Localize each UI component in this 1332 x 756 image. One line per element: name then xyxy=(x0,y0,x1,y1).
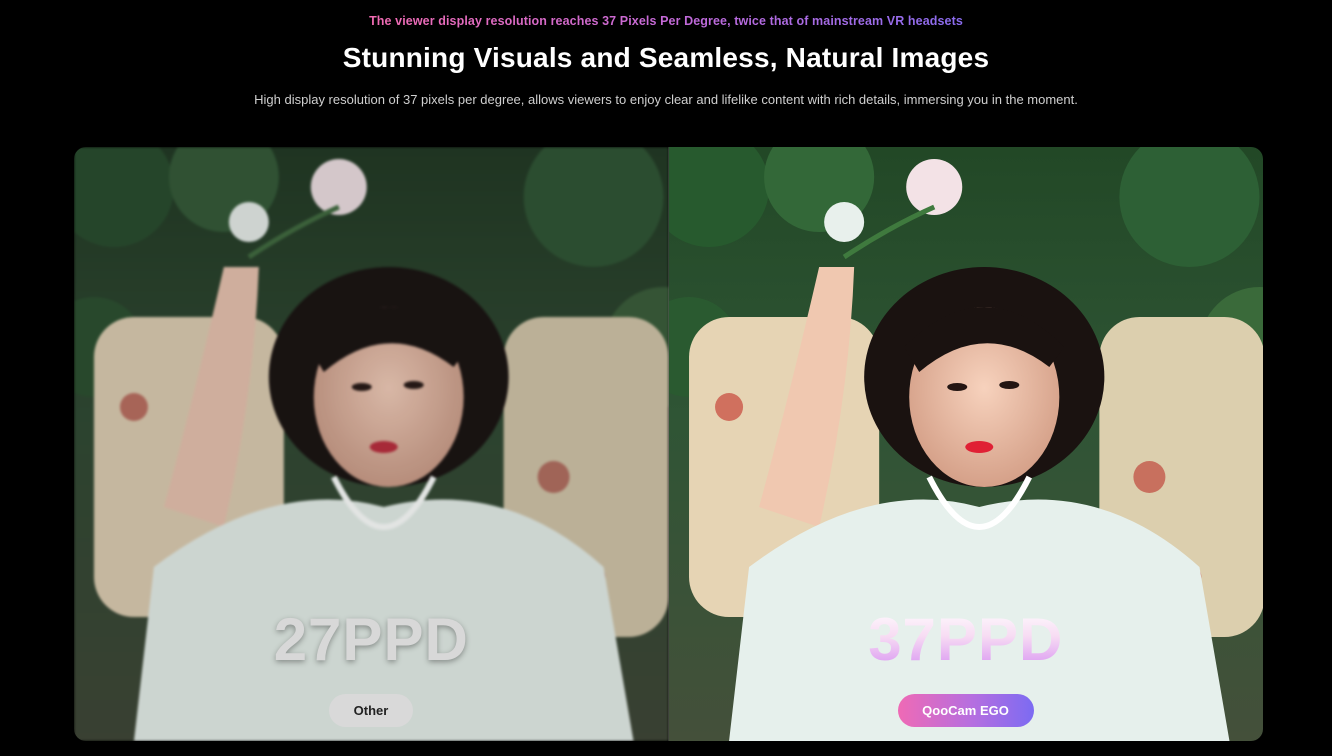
eyebrow-label: The viewer display resolution reaches 37… xyxy=(369,14,963,28)
badge-qoocam-ego[interactable]: QooCam EGO xyxy=(897,694,1034,727)
page-title: Stunning Visuals and Seamless, Natural I… xyxy=(342,42,990,73)
ppd-value-other: 27PPD xyxy=(74,605,669,674)
eyebrow-text: The viewer display resolution reaches 37… xyxy=(0,14,1332,28)
comparison-image: 27PPD Other 37PPD QooCam EGO xyxy=(74,147,1263,741)
badge-other[interactable]: Other xyxy=(329,694,413,727)
ppd-label-qoocam: 37PPD xyxy=(868,606,1064,673)
comparison-panel-other: 27PPD Other xyxy=(74,147,669,741)
ppd-label-other: 27PPD xyxy=(273,606,469,673)
page: The viewer display resolution reaches 37… xyxy=(0,0,1332,756)
page-subtitle: High display resolution of 37 pixels per… xyxy=(254,92,1078,107)
ppd-value-qoocam: 37PPD xyxy=(669,605,1264,674)
comparison-panel-qoocam: 37PPD QooCam EGO xyxy=(668,147,1264,741)
